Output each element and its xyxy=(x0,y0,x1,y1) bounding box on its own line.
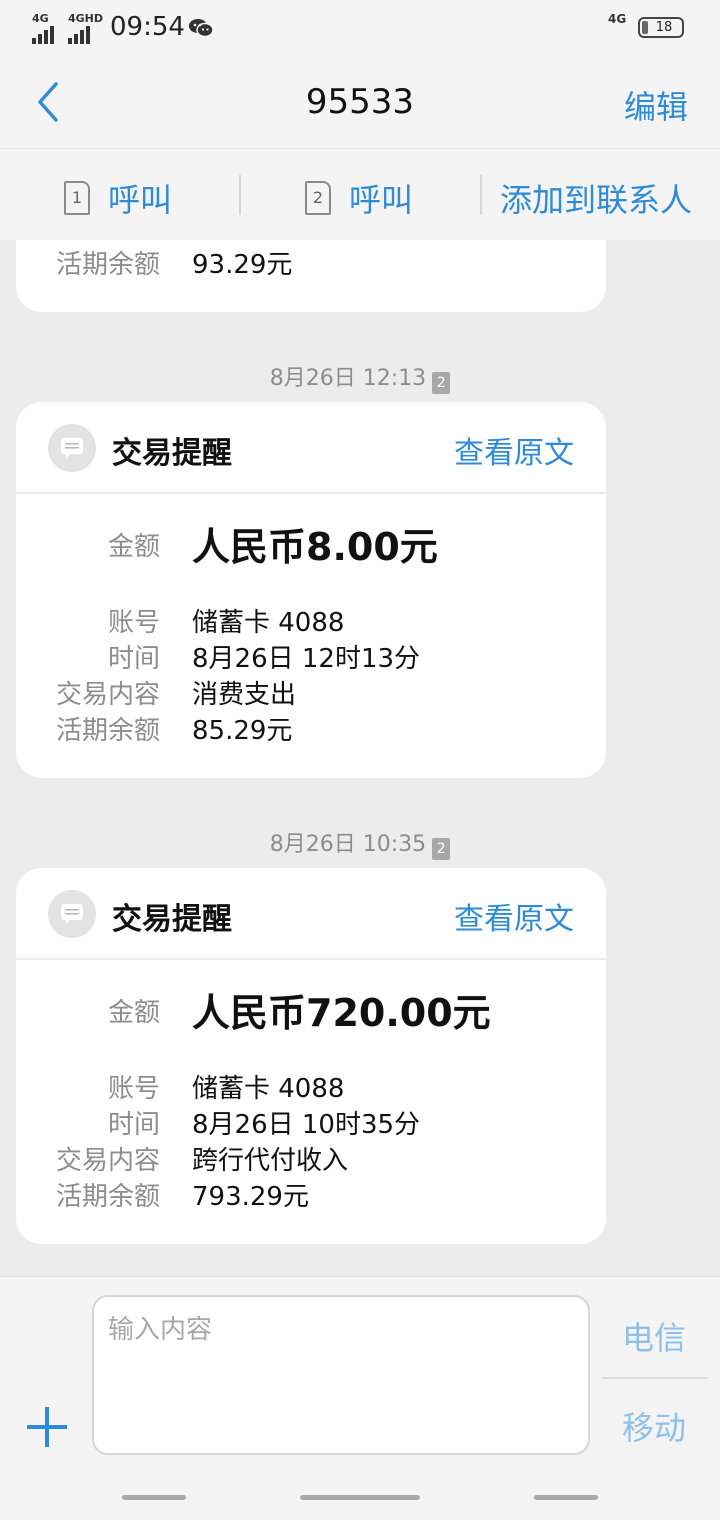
sim1-network-type: 4G xyxy=(32,12,49,25)
amount-label: 金额 xyxy=(107,532,160,562)
field-value: 消费支出 xyxy=(192,680,297,710)
field-label: 交易内容 xyxy=(55,1146,160,1176)
divider xyxy=(239,175,241,215)
sim-card-icon: 1 xyxy=(64,181,90,215)
field-value: 8月26日 10时35分 xyxy=(192,1110,421,1140)
network-type: 4G xyxy=(608,12,627,26)
field-label: 活期余额 xyxy=(55,250,160,280)
add-attachment-icon[interactable] xyxy=(27,1407,67,1447)
card-header: 交易提醒 查看原文 xyxy=(16,402,606,494)
field-label: 活期余额 xyxy=(55,1182,160,1212)
add-contact-button[interactable]: 添加到联系人 xyxy=(500,175,692,221)
call-sim2-label: 呼叫 xyxy=(349,181,414,219)
send-telecom-button[interactable]: 电信 xyxy=(622,1313,686,1359)
timestamp-text: 8月26日 12:13 xyxy=(269,366,427,391)
nav-menu-handle[interactable] xyxy=(122,1495,186,1500)
page-title: 95533 xyxy=(305,82,415,122)
view-original-link[interactable]: 查看原文 xyxy=(454,428,574,472)
send-mobile-button[interactable]: 移动 xyxy=(622,1403,686,1449)
card-header: 交易提醒 查看原文 xyxy=(16,868,606,960)
field-label: 时间 xyxy=(107,644,160,674)
message-icon xyxy=(48,890,96,938)
message-card[interactable]: 交易提醒 查看原文 金额 人民币720.00元 账号 储蓄卡 4088 时间 8… xyxy=(16,868,606,1244)
add-contact-label: 添加到联系人 xyxy=(500,181,693,219)
field-value: 85.29元 xyxy=(192,716,293,746)
view-original-link[interactable]: 查看原文 xyxy=(454,894,574,938)
field-value: 793.29元 xyxy=(192,1182,309,1212)
timestamp-text: 8月26日 10:35 xyxy=(269,832,427,857)
sim2-network-type: 4GHD xyxy=(68,12,104,25)
message-list[interactable]: 活期余额 93.29元 8月26日 12:13 2 交易提醒 查看原文 金额 人民… xyxy=(0,240,720,1276)
message-timestamp: 8月26日 12:13 2 xyxy=(0,360,720,394)
field-label: 交易内容 xyxy=(55,680,160,710)
composer: 电信 移动 xyxy=(0,1276,720,1520)
nav-back-handle[interactable] xyxy=(534,1495,598,1500)
amount-label: 金额 xyxy=(107,998,160,1028)
status-time: 09:54 xyxy=(110,12,185,42)
status-bar: 4G 4GHD 09:54 4G 18 xyxy=(0,0,720,58)
card-title: 交易提醒 xyxy=(112,902,232,937)
call-sim1-button[interactable]: 1 呼叫 xyxy=(64,175,172,221)
card-title: 交易提醒 xyxy=(112,436,232,471)
field-value: 跨行代付收入 xyxy=(192,1146,349,1176)
call-sim1-label: 呼叫 xyxy=(108,181,173,219)
message-card[interactable]: 交易提醒 查看原文 金额 人民币8.00元 账号 储蓄卡 4088 时间 8月2… xyxy=(16,402,606,778)
message-card: 活期余额 93.29元 xyxy=(16,240,606,312)
field-label: 账号 xyxy=(107,1074,160,1104)
sim-badge: 2 xyxy=(432,372,451,394)
battery-indicator: 18 xyxy=(638,17,684,38)
edit-button[interactable]: 编辑 xyxy=(624,82,688,128)
field-label: 活期余额 xyxy=(55,716,160,746)
battery-level: 18 xyxy=(655,20,673,35)
action-bar: 1 呼叫 2 呼叫 添加到联系人 xyxy=(0,148,720,240)
nav-home-handle[interactable] xyxy=(300,1495,420,1500)
field-label: 时间 xyxy=(107,1110,160,1140)
divider xyxy=(602,1377,708,1379)
amount-value: 人民币720.00元 xyxy=(192,991,491,1035)
amount-value: 人民币8.00元 xyxy=(192,525,438,569)
message-timestamp: 8月26日 10:35 2 xyxy=(0,826,720,860)
divider xyxy=(480,175,482,215)
sim-badge: 2 xyxy=(432,838,451,860)
message-input[interactable] xyxy=(92,1295,590,1455)
wechat-icon xyxy=(188,18,214,38)
field-value: 8月26日 12时13分 xyxy=(192,644,421,674)
sim-card-icon: 2 xyxy=(305,181,331,215)
field-label: 账号 xyxy=(107,608,160,638)
field-value: 储蓄卡 4088 xyxy=(192,608,345,638)
title-bar: 95533 编辑 xyxy=(0,58,720,148)
field-value: 93.29元 xyxy=(192,250,293,280)
field-value: 储蓄卡 4088 xyxy=(192,1074,345,1104)
call-sim2-button[interactable]: 2 呼叫 xyxy=(305,175,413,221)
message-icon xyxy=(48,424,96,472)
